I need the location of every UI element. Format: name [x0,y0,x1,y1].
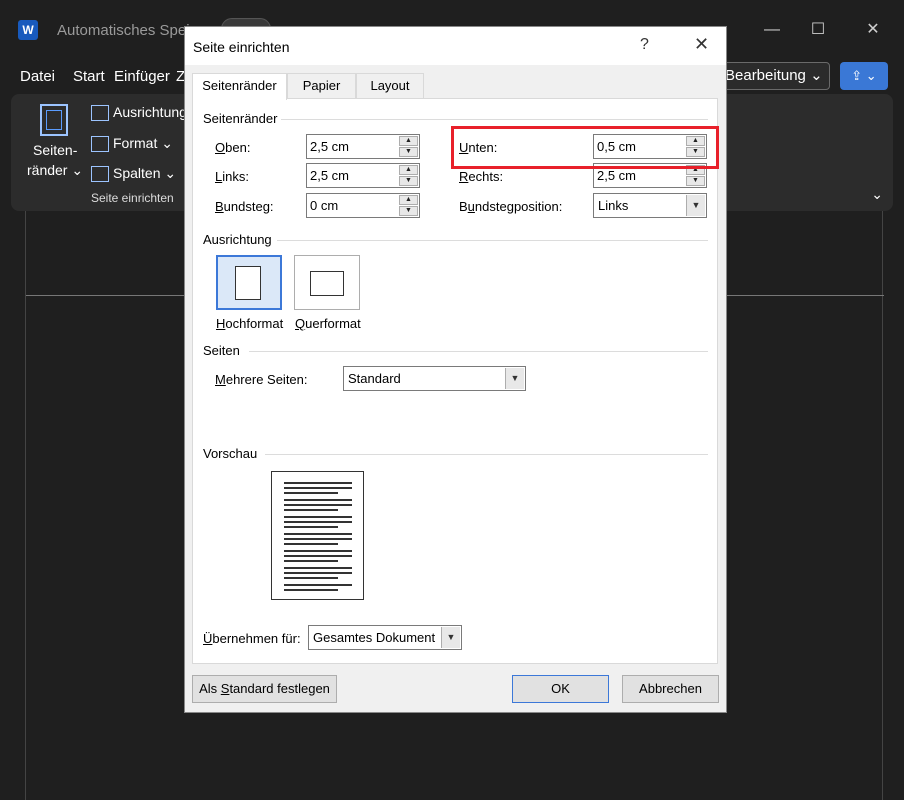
orientation-button[interactable]: Ausrichtung [91,104,187,122]
portrait-button[interactable] [216,255,282,310]
top-margin-value[interactable]: 2,5 cm [310,139,349,154]
section-divider [277,240,708,241]
chevron-down-icon[interactable]: ▼ [441,627,460,648]
format-button[interactable]: Format ⌄ [91,135,173,153]
top-margin-label: Oben: [215,140,251,155]
dialog-close-button[interactable]: ✕ [694,34,709,55]
dialog-titlebar: Seite einrichten ? ✕ [185,27,726,65]
section-divider [265,454,708,455]
spin-down-icon[interactable]: ▼ [686,176,705,186]
cancel-button[interactable]: Abbrechen [622,675,719,703]
left-margin-value[interactable]: 2,5 cm [310,168,349,183]
set-as-default-button[interactable]: Als Standard festlegen [192,675,337,703]
margins-icon[interactable] [40,104,68,136]
margins-section-heading: Seitenränder [203,111,278,126]
columns-icon [91,166,109,183]
tab-seitenraender[interactable]: Seitenränder [192,73,287,100]
orientation-section-heading: Ausrichtung [203,232,272,247]
section-divider [249,351,708,352]
preview-page [271,471,364,600]
size-icon [91,136,109,153]
document-title: Automatisches Speic [57,22,198,39]
spin-down-icon[interactable]: ▼ [399,176,418,186]
gutter-position-value[interactable]: Links [598,198,628,213]
page-setup-group-label: Seite einrichten [91,191,174,205]
apply-to-value[interactable]: Gesamtes Dokument [313,630,435,645]
gutter-label: Bundsteg: [215,199,274,214]
margins-button-label-2[interactable]: ränder ⌄ [27,162,83,179]
tab-layout[interactable]: Layout [356,73,424,99]
spin-down-icon[interactable]: ▼ [399,147,418,157]
left-margin-label: Links: [215,169,249,184]
tab-start[interactable]: Start [73,68,105,85]
section-divider [281,119,708,120]
collapse-ribbon-icon[interactable]: ⌄ [871,186,883,203]
apply-to-label: Übernehmen für: [203,631,301,646]
gutter-value[interactable]: 0 cm [310,198,338,213]
highlight-annotation [451,126,719,169]
tab-papier[interactable]: Papier [287,73,356,99]
margins-button-label[interactable]: Seiten- [33,142,77,158]
left-margin-spinner[interactable]: 2,5 cm ▲ ▼ [306,163,420,188]
portrait-page-icon [235,266,261,300]
apply-to-select[interactable]: Gesamtes Dokument ▼ [308,625,462,650]
close-window-button[interactable]: ✕ [858,18,888,42]
gutter-spinner[interactable]: 0 cm ▲ ▼ [306,193,420,218]
multiple-pages-select[interactable]: Standard ▼ [343,366,526,391]
spin-up-icon[interactable]: ▲ [399,136,418,146]
orientation-icon [91,105,109,122]
tab-einfuegen[interactable]: Einfüger [114,68,170,85]
portrait-label[interactable]: Hochformat [216,316,283,331]
right-margin-value[interactable]: 2,5 cm [597,168,636,183]
columns-button[interactable]: Spalten ⌄ [91,165,176,183]
landscape-page-icon [310,271,344,296]
right-margin-label: Rechts: [459,169,504,184]
preview-section-heading: Vorschau [203,446,258,461]
minimize-button[interactable]: — [757,18,787,42]
multiple-pages-value[interactable]: Standard [348,371,401,386]
dialog-title: Seite einrichten [193,39,290,55]
chevron-down-icon[interactable]: ▼ [505,368,524,389]
top-margin-spinner[interactable]: 2,5 cm ▲ ▼ [306,134,420,159]
landscape-button[interactable] [294,255,360,310]
landscape-label[interactable]: Querformat [295,316,361,331]
page-setup-dialog: Seite einrichten ? ✕ Seitenränder Papier… [184,26,727,713]
tab-datei[interactable]: Datei [20,68,55,85]
gutter-position-label: Bundstegposition: [459,199,563,214]
spin-up-icon[interactable]: ▲ [399,165,418,175]
editing-mode-button[interactable]: Bearbeitung ⌄ [718,62,830,90]
spin-down-icon[interactable]: ▼ [399,206,418,216]
maximize-button[interactable]: ☐ [803,18,833,42]
share-button[interactable]: ⇪ ⌄ [840,62,888,90]
chevron-down-icon[interactable]: ▼ [686,195,705,216]
pages-section-heading: Seiten [203,343,240,358]
gutter-position-select[interactable]: Links ▼ [593,193,707,218]
help-button[interactable]: ? [640,36,649,54]
word-logo-icon: W [18,20,38,40]
spin-up-icon[interactable]: ▲ [399,195,418,205]
multiple-pages-label: Mehrere Seiten: [215,372,308,387]
ok-button[interactable]: OK [512,675,609,703]
